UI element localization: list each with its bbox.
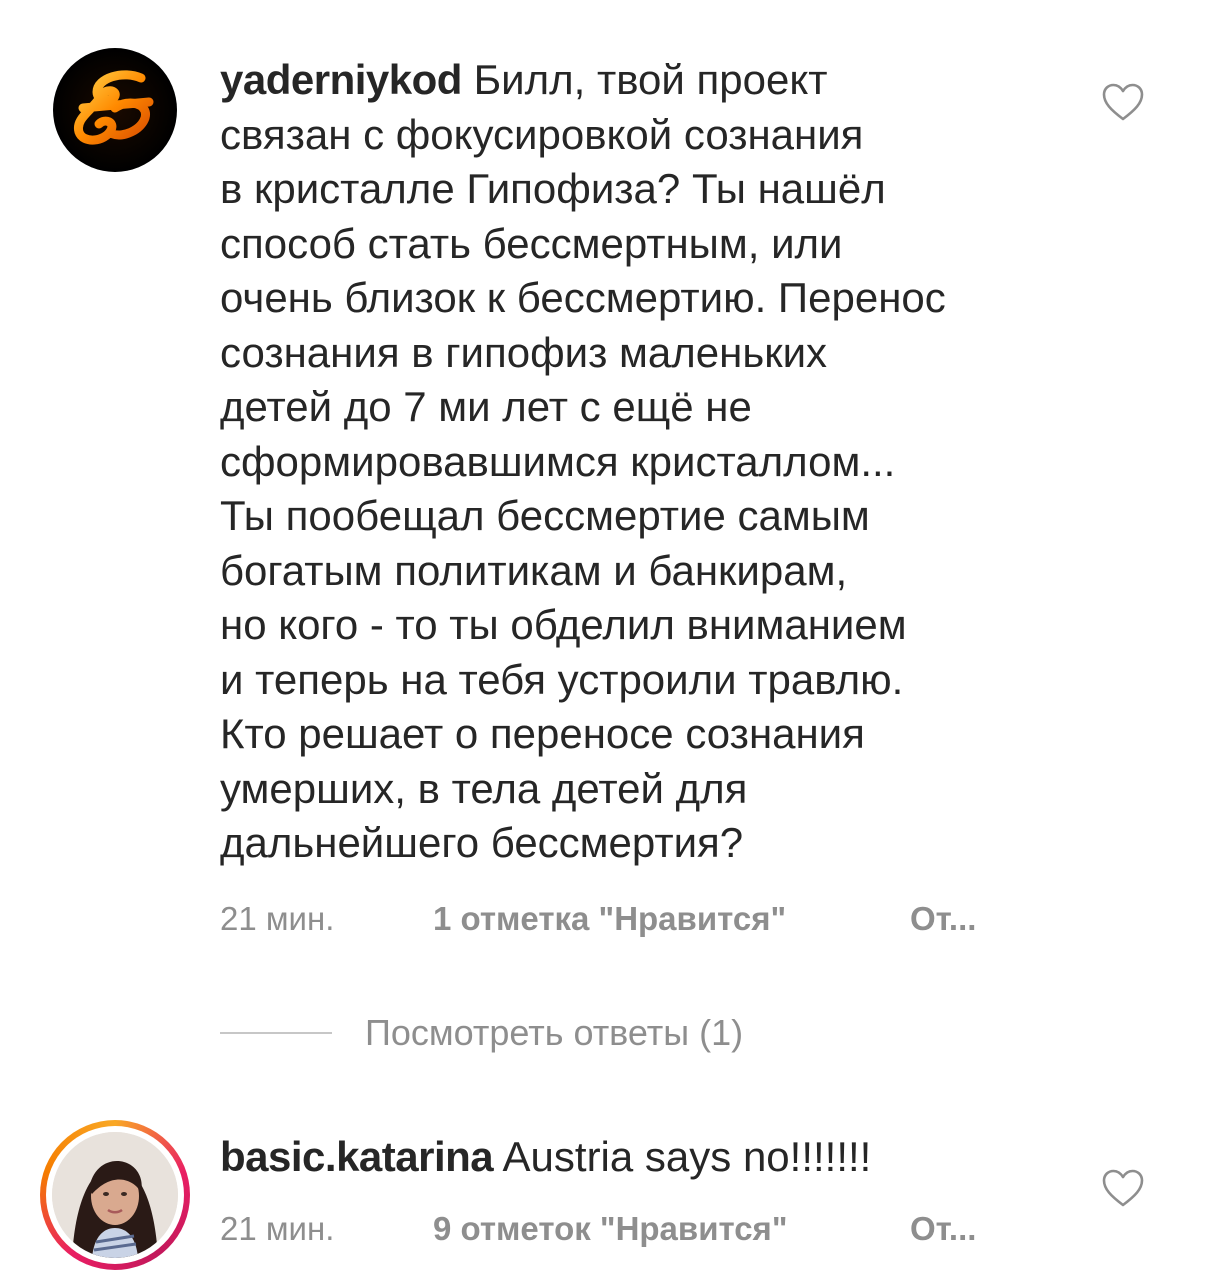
comment-line: дальнейшего бессмертия? (220, 819, 744, 866)
comment-line: и теперь на тебя устроили травлю. (220, 655, 904, 703)
avatar[interactable] (53, 48, 177, 172)
comment-line: связан с фокусировкой сознания (220, 110, 864, 158)
username[interactable]: yaderniykod (220, 56, 462, 103)
comment-line: детей до 7 ми лет с ещё не (220, 383, 752, 430)
monogram-icon (73, 70, 154, 145)
comment-text: yaderniykod Билл, твой проект связан с ф… (220, 53, 1080, 871)
view-replies-label: Посмотреть ответы (1) (365, 1012, 744, 1053)
comment-line: Билл, твой проект (473, 56, 828, 103)
comment-text: basic.katarina Austria says no!!!!!!! (220, 1130, 1080, 1185)
comment-body: Austria says no!!!!!!! (502, 1133, 872, 1180)
profile-photo-icon (52, 1132, 178, 1258)
reply-button[interactable]: От... (910, 1210, 976, 1248)
comment-time: 21 мин. (220, 1210, 335, 1247)
heart-icon[interactable] (1101, 1168, 1145, 1208)
username[interactable]: basic.katarina (220, 1133, 494, 1180)
comment-line: богатым политикам и банкирам, (220, 546, 848, 594)
comment-meta: 21 мин. 9 отметок "Нравится" От... (220, 1210, 976, 1248)
reply-button[interactable]: От... (910, 900, 976, 938)
comment-time: 21 мин. (220, 900, 335, 937)
view-replies-button[interactable]: Посмотреть ответы (1) (220, 1012, 743, 1054)
avatar[interactable] (52, 1132, 178, 1258)
comment-line: в кристалле Гипофиза? Ты нашёл (220, 165, 886, 212)
comment-line: сформировавшимся кристаллом... (220, 437, 896, 485)
comment-line: способ стать бессмертным, или (220, 219, 843, 267)
likes-count[interactable]: 1 отметка "Нравится" (433, 900, 910, 938)
heart-icon[interactable] (1101, 82, 1145, 122)
comment-line: Кто решает о переносе сознания (220, 710, 865, 757)
comment-meta: 21 мин. 1 отметка "Нравится" От... (220, 900, 976, 938)
comment-line: умерших, в тела детей для (220, 764, 748, 812)
comment-line: но кого - то ты обделил вниманием (220, 601, 907, 648)
divider-line (220, 1032, 332, 1034)
likes-count[interactable]: 9 отметок "Нравится" (433, 1210, 910, 1248)
comment-line: Ты пообещал бессмертие самым (220, 492, 870, 539)
comment-line: сознания в гипофиз маленьких (220, 328, 828, 376)
comment-line: очень близок к бессмертию. Перенос (220, 274, 946, 321)
